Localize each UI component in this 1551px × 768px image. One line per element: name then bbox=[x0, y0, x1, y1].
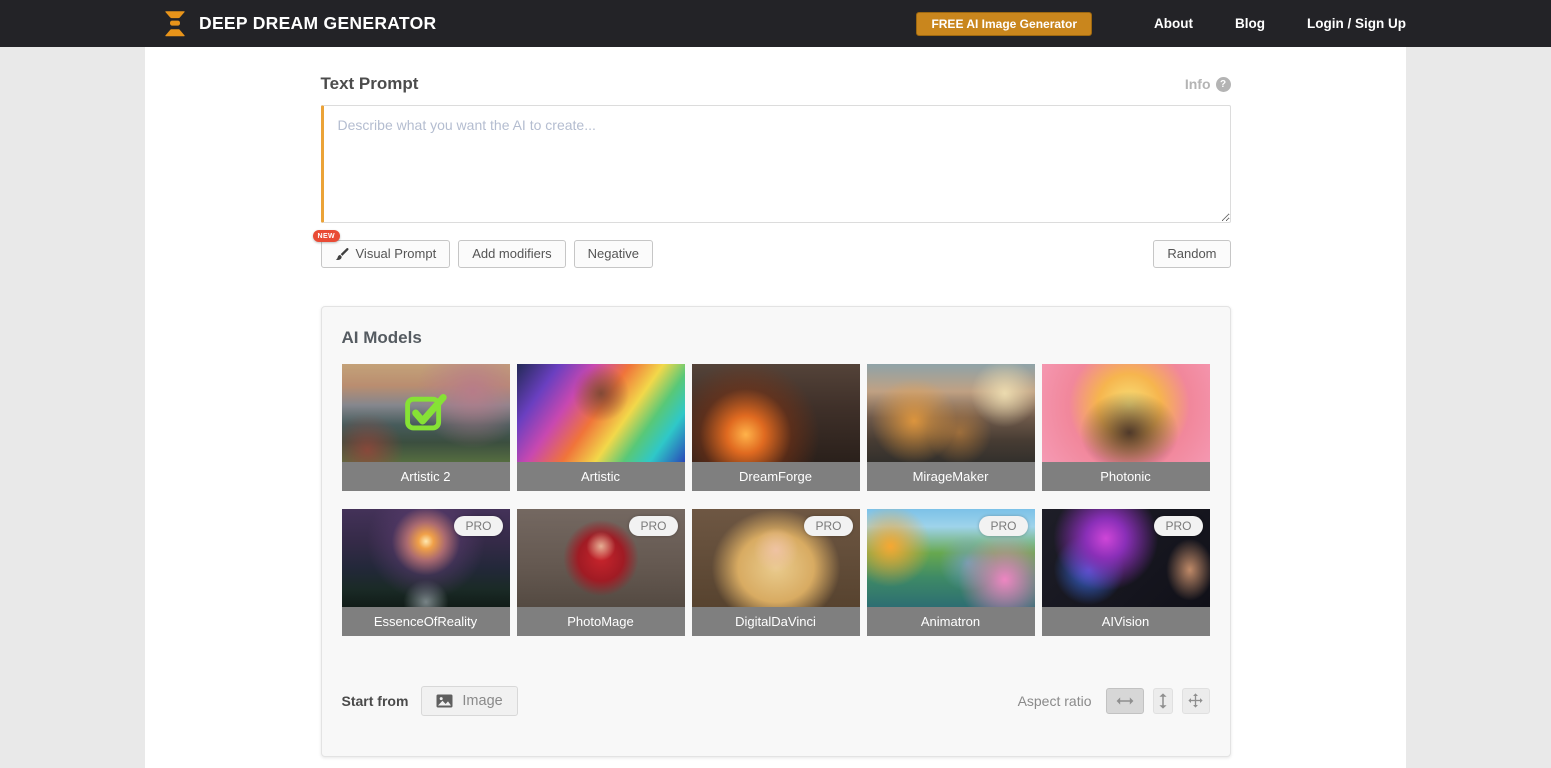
model-name: Animatron bbox=[867, 607, 1035, 636]
model-name: Artistic bbox=[517, 462, 685, 491]
aspect-free-button[interactable] bbox=[1182, 688, 1210, 714]
model-name: MirageMaker bbox=[867, 462, 1035, 491]
visual-prompt-button[interactable]: Visual Prompt bbox=[321, 240, 451, 268]
prompt-actions-row: NEW Visual Prompt Add modifiers Negative… bbox=[321, 240, 1231, 268]
nav-link-blog[interactable]: Blog bbox=[1235, 16, 1265, 31]
model-name: EssenceOfReality bbox=[342, 607, 510, 636]
prompt-header: Text Prompt Info ? bbox=[321, 74, 1231, 94]
start-from-image-button[interactable]: Image bbox=[421, 686, 517, 716]
visual-prompt-label: Visual Prompt bbox=[356, 246, 437, 262]
text-prompt-title: Text Prompt bbox=[321, 74, 419, 94]
model-row-1: Artistic 2 Artistic DreamForge MirageMak… bbox=[342, 364, 1210, 491]
horizontal-arrows-icon bbox=[1116, 696, 1134, 706]
pro-badge: PRO bbox=[1154, 516, 1202, 536]
selected-check-icon bbox=[403, 392, 449, 434]
pro-badge: PRO bbox=[979, 516, 1027, 536]
model-thumbnail[interactable]: PRO bbox=[517, 509, 685, 607]
aspect-ratio-label: Aspect ratio bbox=[1018, 693, 1092, 709]
model-name: AIVision bbox=[1042, 607, 1210, 636]
model-thumbnail[interactable] bbox=[342, 364, 510, 462]
new-badge: NEW bbox=[313, 230, 341, 242]
model-card-dreamforge[interactable]: DreamForge bbox=[692, 364, 860, 491]
pro-badge: PRO bbox=[804, 516, 852, 536]
prompt-input[interactable] bbox=[321, 105, 1231, 223]
model-name: DreamForge bbox=[692, 462, 860, 491]
model-name: Photonic bbox=[1042, 462, 1210, 491]
info-label: Info bbox=[1185, 76, 1211, 92]
aspect-vertical-button[interactable] bbox=[1153, 688, 1173, 714]
negative-button[interactable]: Negative bbox=[574, 240, 653, 268]
model-card-aivision[interactable]: PRO AIVision bbox=[1042, 509, 1210, 636]
model-card-photonic[interactable]: Photonic bbox=[1042, 364, 1210, 491]
model-card-artistic-2[interactable]: Artistic 2 bbox=[342, 364, 510, 491]
info-help-toggle[interactable]: Info ? bbox=[1185, 76, 1231, 92]
image-button-label: Image bbox=[462, 693, 502, 709]
model-thumbnail[interactable] bbox=[867, 364, 1035, 462]
page-content: Text Prompt Info ? NEW Visual Prompt Add… bbox=[145, 47, 1406, 768]
model-card-digitaldavinci[interactable]: PRO DigitalDaVinci bbox=[692, 509, 860, 636]
model-thumbnail[interactable] bbox=[517, 364, 685, 462]
model-thumbnail[interactable]: PRO bbox=[867, 509, 1035, 607]
brand-title: DEEP DREAM GENERATOR bbox=[199, 13, 436, 34]
vertical-arrows-icon bbox=[1158, 693, 1168, 709]
model-card-artistic[interactable]: Artistic bbox=[517, 364, 685, 491]
model-thumbnail[interactable] bbox=[1042, 364, 1210, 462]
model-card-photomage[interactable]: PRO PhotoMage bbox=[517, 509, 685, 636]
model-card-essenceofreality[interactable]: PRO EssenceOfReality bbox=[342, 509, 510, 636]
ai-models-panel: AI Models Artistic 2 A bbox=[321, 306, 1231, 757]
question-mark-icon: ? bbox=[1216, 77, 1231, 92]
model-card-miragemaker[interactable]: MirageMaker bbox=[867, 364, 1035, 491]
start-from-label: Start from bbox=[342, 693, 409, 709]
nav-link-login-signup[interactable]: Login / Sign Up bbox=[1307, 16, 1406, 31]
nav-link-about[interactable]: About bbox=[1154, 16, 1193, 31]
pro-badge: PRO bbox=[629, 516, 677, 536]
model-thumbnail[interactable] bbox=[692, 364, 860, 462]
navbar: DEEP DREAM GENERATOR FREE AI Image Gener… bbox=[0, 0, 1551, 47]
model-thumbnail[interactable]: PRO bbox=[692, 509, 860, 607]
pro-badge: PRO bbox=[454, 516, 502, 536]
add-modifiers-button[interactable]: Add modifiers bbox=[458, 240, 565, 268]
move-arrows-icon bbox=[1188, 693, 1203, 708]
model-name: Artistic 2 bbox=[342, 462, 510, 491]
image-icon bbox=[436, 694, 453, 708]
selected-overlay bbox=[342, 364, 510, 462]
free-ai-generator-button[interactable]: FREE AI Image Generator bbox=[916, 12, 1092, 36]
model-thumbnail[interactable]: PRO bbox=[1042, 509, 1210, 607]
model-card-animatron[interactable]: PRO Animatron bbox=[867, 509, 1035, 636]
aspect-horizontal-button[interactable] bbox=[1106, 688, 1144, 714]
panel-footer: Start from Image Aspect ratio bbox=[342, 686, 1210, 716]
model-name: PhotoMage bbox=[517, 607, 685, 636]
brand-home-link[interactable]: DEEP DREAM GENERATOR bbox=[163, 10, 436, 37]
paintbrush-icon bbox=[335, 247, 349, 261]
model-name: DigitalDaVinci bbox=[692, 607, 860, 636]
random-button[interactable]: Random bbox=[1153, 240, 1230, 268]
model-row-2: PRO EssenceOfReality PRO PhotoMage PRO D… bbox=[342, 509, 1210, 636]
ai-models-title: AI Models bbox=[342, 328, 1210, 348]
model-thumbnail[interactable]: PRO bbox=[342, 509, 510, 607]
deep-dream-logo-icon bbox=[163, 10, 187, 37]
